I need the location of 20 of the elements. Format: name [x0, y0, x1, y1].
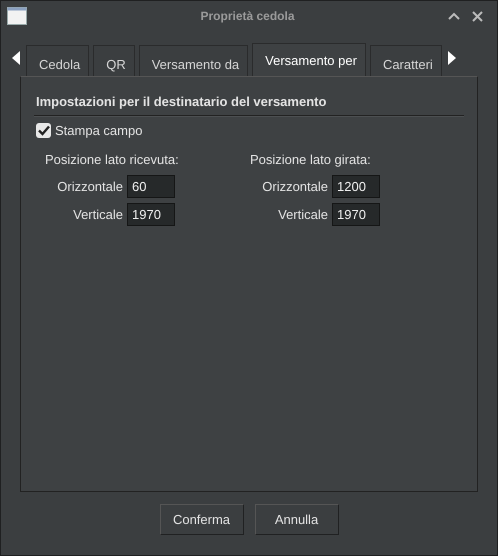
- print-field-checkbox[interactable]: Stampa campo: [36, 123, 142, 138]
- number-field[interactable]: 1970: [127, 203, 175, 226]
- number-field[interactable]: 1970: [332, 203, 380, 226]
- tab[interactable]: Versamento da: [138, 45, 248, 76]
- window-title: Proprietà cedola: [199, 9, 296, 23]
- field-label: Orizzontale: [56, 179, 123, 194]
- dialog-button[interactable]: Conferma: [160, 504, 244, 535]
- group-label: Posizione lato girata:: [250, 152, 372, 167]
- group-label: Posizione lato ricevuta:: [45, 152, 180, 167]
- field-label: Verticale: [277, 207, 328, 222]
- dialog-button[interactable]: Annulla: [254, 504, 338, 535]
- tab[interactable]: Cedola: [26, 45, 90, 76]
- field-label: Verticale: [72, 207, 123, 222]
- number-field[interactable]: 60: [127, 175, 175, 198]
- tab[interactable]: QR: [93, 45, 135, 76]
- tab[interactable]: Versamento per: [252, 43, 366, 76]
- section-title: Impostazioni per il destinatario del versamento: [36, 94, 328, 109]
- field-label: Orizzontale: [261, 179, 328, 194]
- number-field[interactable]: 1200: [332, 175, 380, 198]
- tab[interactable]: Caratteri: [370, 45, 442, 76]
